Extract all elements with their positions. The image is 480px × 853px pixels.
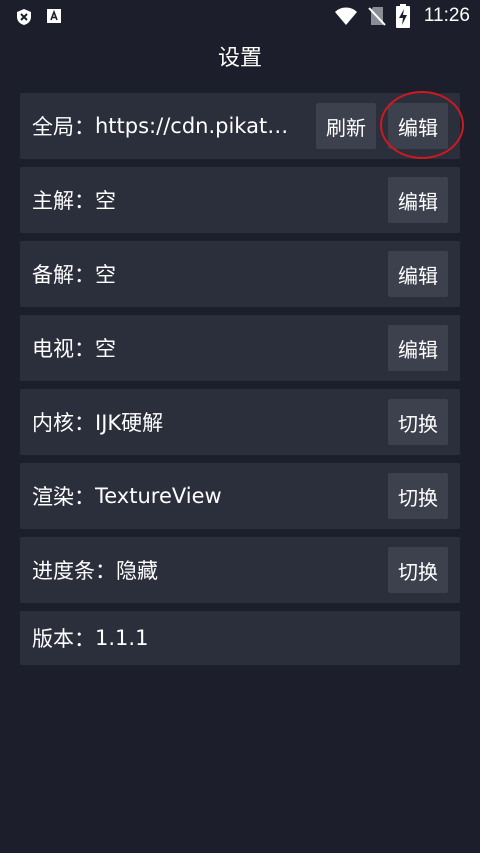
setting-text: 进度条： 隐藏 (32, 537, 158, 603)
shield-icon (16, 8, 32, 26)
setting-label: 全局： (32, 115, 95, 139)
switch-button-kernel[interactable]: 切换 (388, 399, 448, 445)
setting-text: 版本： 1.1.1 (32, 611, 148, 665)
setting-text: 主解： 空 (32, 167, 116, 233)
setting-row-main-parser: 主解： 空 编辑 (20, 167, 460, 233)
setting-row-global: 全局： https://cdn.pikatv.com/pikatv.json 刷… (20, 91, 464, 159)
setting-value: 空 (95, 263, 116, 287)
edit-button-tv[interactable]: 编辑 (388, 325, 448, 371)
setting-label: 渲染： (32, 485, 95, 509)
battery-charging-icon (395, 4, 410, 28)
edit-button-global[interactable]: 编辑 (388, 103, 448, 149)
setting-text: 备解： 空 (32, 241, 116, 307)
setting-row-backup-parser: 备解： 空 编辑 (20, 241, 460, 307)
setting-text: 电视： 空 (32, 315, 116, 381)
font-a-icon (46, 8, 62, 26)
setting-text: 渲染： TextureView (32, 463, 222, 529)
setting-row-version: 版本： 1.1.1 (20, 611, 460, 665)
setting-value: 空 (95, 189, 116, 213)
setting-value: IJK硬解 (95, 411, 164, 435)
page-title: 设置 (217, 46, 262, 71)
setting-value: 1.1.1 (95, 626, 149, 650)
settings-list: 全局： https://cdn.pikatv.com/pikatv.json 刷… (20, 91, 464, 673)
setting-text: 内核： IJK硬解 (32, 389, 163, 455)
setting-value: https://cdn.pikatv.com/pikatv.json (95, 114, 295, 138)
status-right-icons: 11:26 (334, 4, 470, 28)
setting-label: 电视： (32, 337, 95, 361)
switch-button-progress-bar[interactable]: 切换 (388, 547, 448, 593)
edit-button-main-parser[interactable]: 编辑 (388, 177, 448, 223)
setting-label: 版本： (32, 627, 95, 651)
setting-label: 内核： (32, 411, 95, 435)
setting-row-tv: 电视： 空 编辑 (20, 315, 460, 381)
setting-row-progress-bar: 进度条： 隐藏 切换 (20, 537, 460, 603)
status-bar: 11:26 (0, 0, 480, 34)
status-time: 11:26 (423, 5, 470, 26)
setting-value: 隐藏 (116, 559, 158, 583)
setting-value: TextureView (95, 484, 222, 508)
status-left-icons (16, 8, 62, 26)
no-sim-icon (368, 5, 386, 27)
setting-label: 进度条： (32, 559, 116, 583)
refresh-button[interactable]: 刷新 (316, 103, 376, 149)
setting-value: 空 (95, 337, 116, 361)
wifi-icon (334, 6, 358, 26)
setting-label: 主解： (32, 189, 95, 213)
setting-row-render: 渲染： TextureView 切换 (20, 463, 460, 529)
setting-label: 备解： (32, 263, 95, 287)
switch-button-render[interactable]: 切换 (388, 473, 448, 519)
setting-text: 全局： https://cdn.pikatv.com/pikatv.json (32, 93, 300, 159)
setting-row-kernel: 内核： IJK硬解 切换 (20, 389, 460, 455)
edit-button-backup-parser[interactable]: 编辑 (388, 251, 448, 297)
